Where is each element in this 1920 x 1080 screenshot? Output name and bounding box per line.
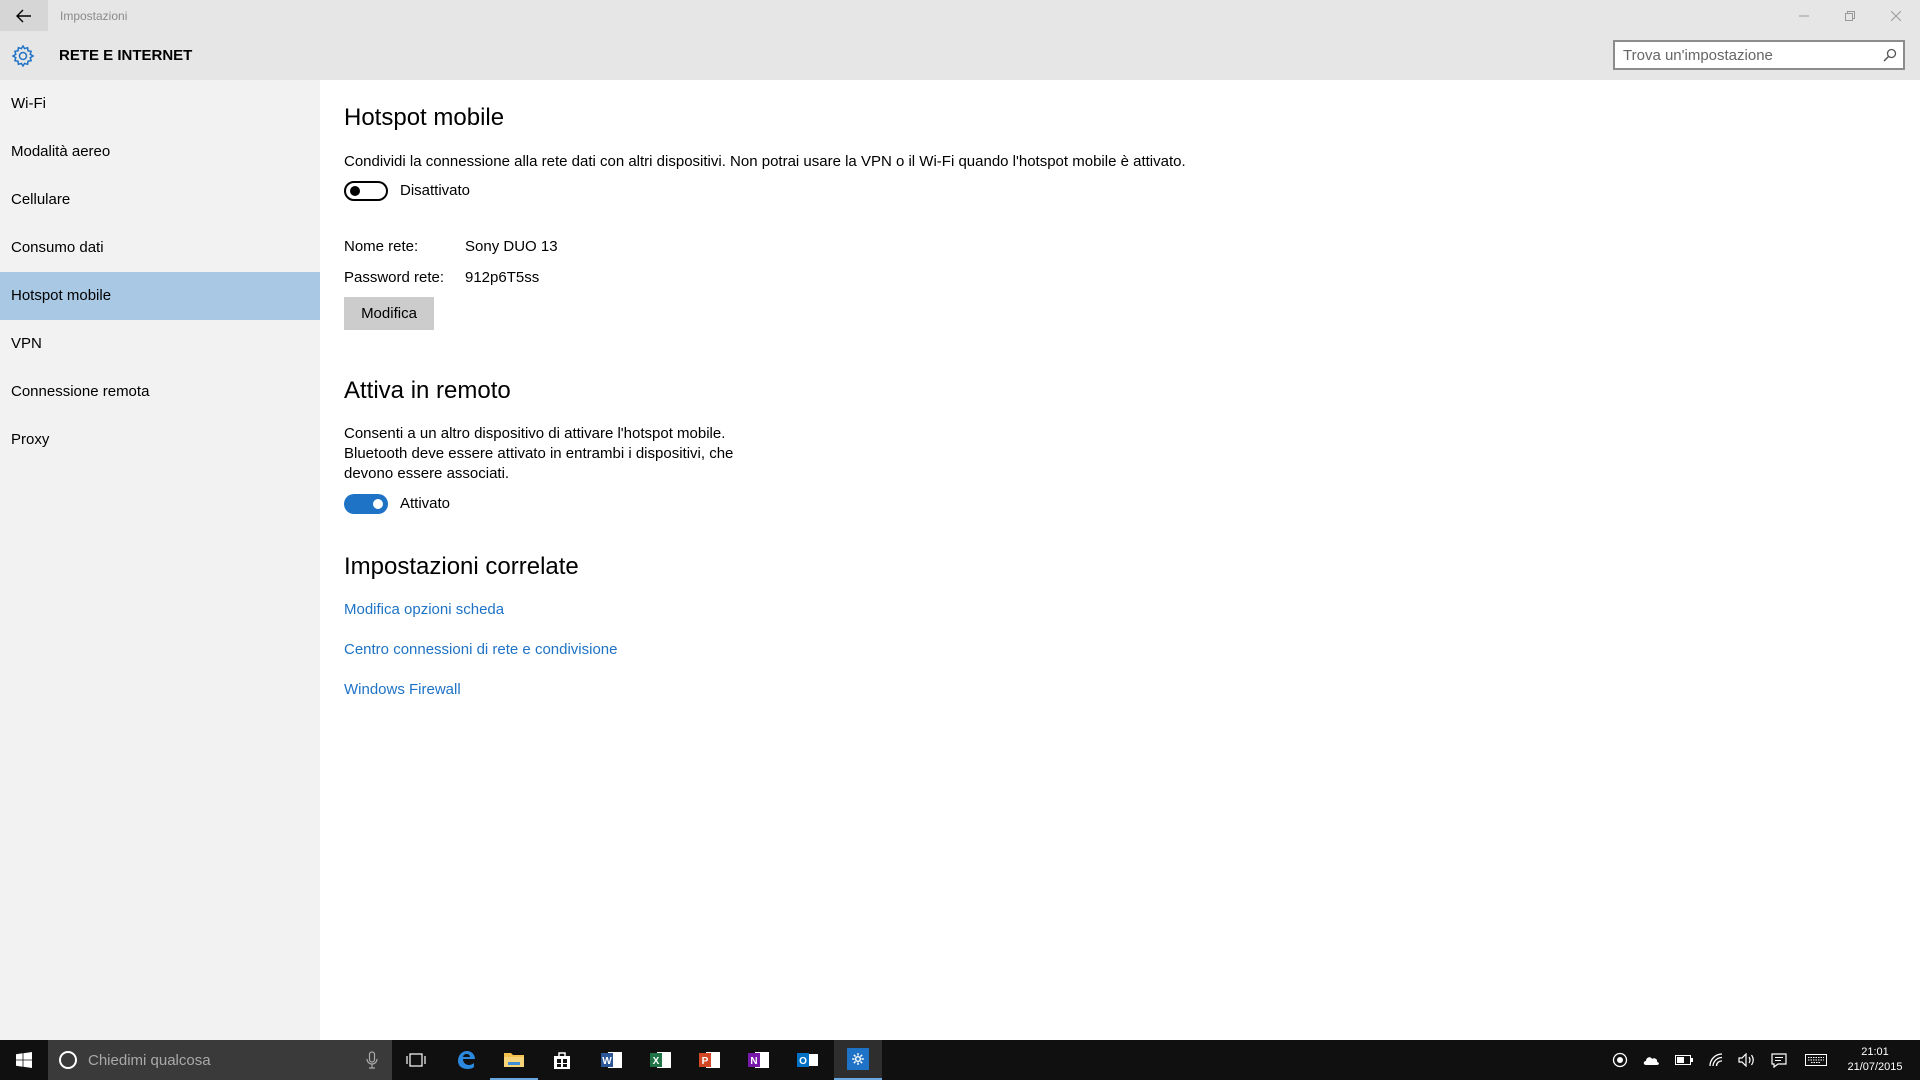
svg-text:W: W: [602, 1056, 612, 1067]
keyboard-icon: [1805, 1054, 1827, 1066]
taskbar-app-store[interactable]: [538, 1040, 586, 1080]
remote-description-line-3: devono essere associati.: [344, 465, 510, 482]
back-button[interactable]: [0, 0, 48, 31]
outlook-icon: O: [797, 1053, 818, 1067]
close-icon: [1891, 10, 1901, 21]
sidebar-item-airplane-mode[interactable]: Modalità aereo: [0, 128, 320, 176]
powerpoint-icon: P: [699, 1052, 720, 1068]
edge-icon: [458, 1051, 475, 1069]
taskbar-app-settings[interactable]: [834, 1040, 882, 1080]
taskbar: Chiedimi qualcosa W X P N O 21:01 21/07/…: [0, 1040, 1920, 1080]
remote-description-line-1: Consenti a un altro dispositivo di attiv…: [344, 425, 726, 442]
taskbar-app-powerpoint[interactable]: P: [686, 1040, 734, 1080]
hotspot-description: Condividi la connessione alla rete dati …: [344, 153, 1186, 170]
related-settings-title: Impostazioni correlate: [344, 553, 579, 580]
svg-text:N: N: [750, 1056, 757, 1067]
settings-app-tile: [847, 1048, 869, 1070]
taskbar-app-word[interactable]: W: [588, 1040, 636, 1080]
gear-icon: [11, 44, 35, 68]
clock-date: 21/07/2015: [1847, 1061, 1903, 1073]
remote-toggle-label: Attivato: [400, 495, 451, 512]
hotspot-toggle[interactable]: [344, 181, 388, 201]
settings-search-input[interactable]: [1623, 46, 1868, 64]
search-icon[interactable]: [1883, 48, 1897, 62]
link-adapter-options[interactable]: Modifica opzioni scheda: [344, 601, 504, 618]
toggle-knob: [350, 186, 360, 196]
taskbar-app-outlook[interactable]: O: [784, 1040, 832, 1080]
sidebar-item-data-usage[interactable]: Consumo dati: [0, 224, 320, 272]
sidebar-nav: Wi-Fi Modalità aereo Cellulare Consumo d…: [0, 80, 320, 1040]
sidebar-item-wifi[interactable]: Wi-Fi: [0, 80, 320, 128]
taskbar-app-onenote[interactable]: N: [735, 1040, 783, 1080]
cloud-icon: [1643, 1057, 1659, 1065]
link-network-sharing-center[interactable]: Centro connessioni di rete e condivision…: [344, 641, 618, 658]
network-password-value: 912p6T5ss: [465, 269, 540, 286]
remote-description-line-2: Bluetooth deve essere attivato in entram…: [344, 445, 734, 462]
page-title: RETE E INTERNET: [59, 47, 193, 64]
settings-search-box[interactable]: [1613, 40, 1905, 70]
taskbar-clock[interactable]: 21:01 21/07/2015: [1835, 1045, 1915, 1075]
restore-icon: [1845, 10, 1855, 21]
hotspot-toggle-label: Disattivato: [400, 182, 471, 199]
wifi-icon: [1709, 1053, 1723, 1067]
sidebar-item-cellular[interactable]: Cellulare: [0, 176, 320, 224]
toggle-knob: [373, 499, 383, 509]
sidebar-item-remote-connection[interactable]: Connessione remota: [0, 368, 320, 416]
record-icon: [1612, 1052, 1628, 1068]
hotspot-section-title: Hotspot mobile: [344, 104, 505, 131]
tray-network-icon[interactable]: [1706, 1050, 1726, 1070]
speaker-icon: [1738, 1053, 1754, 1067]
tray-volume-icon[interactable]: [1737, 1050, 1757, 1070]
folder-icon: [504, 1053, 524, 1067]
taskbar-search-placeholder: Chiedimi qualcosa: [88, 1052, 211, 1069]
minimize-button[interactable]: [1781, 0, 1827, 31]
excel-icon: X: [650, 1052, 671, 1068]
task-view-icon: [406, 1053, 426, 1067]
onenote-icon: N: [748, 1052, 769, 1068]
tray-keyboard-icon[interactable]: [1804, 1050, 1828, 1070]
svg-text:X: X: [653, 1056, 660, 1067]
remote-toggle[interactable]: [344, 494, 388, 514]
network-name-value: Sony DUO 13: [465, 238, 558, 255]
svg-text:O: O: [799, 1056, 807, 1067]
taskbar-search-box[interactable]: Chiedimi qualcosa: [48, 1040, 392, 1080]
minimize-icon: [1799, 15, 1809, 16]
tray-onedrive-icon[interactable]: [1641, 1050, 1661, 1070]
word-icon: W: [601, 1052, 622, 1068]
taskbar-app-excel[interactable]: X: [637, 1040, 685, 1080]
tray-battery-icon[interactable]: [1674, 1050, 1694, 1070]
start-button[interactable]: [0, 1040, 48, 1080]
close-button[interactable]: [1873, 0, 1919, 31]
store-icon: [554, 1052, 570, 1069]
cortana-icon: [59, 1051, 77, 1069]
notification-icon: [1771, 1053, 1787, 1068]
settings-header: RETE E INTERNET: [0, 31, 1920, 80]
tray-action-center-icon[interactable]: [1769, 1050, 1789, 1070]
gear-icon: [852, 1053, 864, 1065]
window-title: Impostazioni: [60, 9, 128, 23]
svg-text:P: P: [702, 1056, 709, 1067]
edit-hotspot-button[interactable]: Modifica: [344, 297, 434, 330]
battery-icon: [1675, 1055, 1693, 1065]
restore-button[interactable]: [1827, 0, 1873, 31]
sidebar-item-vpn[interactable]: VPN: [0, 320, 320, 368]
windows-logo-icon: [16, 1052, 32, 1068]
remote-section-title: Attiva in remoto: [344, 377, 511, 404]
task-view-button[interactable]: [392, 1040, 440, 1080]
microphone-icon[interactable]: [366, 1051, 378, 1069]
network-password-label: Password rete:: [344, 269, 445, 286]
sidebar-item-proxy[interactable]: Proxy: [0, 416, 320, 464]
taskbar-app-file-explorer[interactable]: [490, 1040, 538, 1080]
clock-time: 21:01: [1861, 1046, 1889, 1058]
title-bar: Impostazioni: [0, 0, 1920, 31]
tray-record-icon[interactable]: [1610, 1050, 1630, 1070]
back-arrow-icon: [16, 9, 31, 22]
sidebar-item-mobile-hotspot[interactable]: Hotspot mobile: [0, 272, 320, 320]
taskbar-app-edge[interactable]: [442, 1040, 490, 1080]
network-name-label: Nome rete:: [344, 238, 419, 255]
link-windows-firewall[interactable]: Windows Firewall: [344, 681, 461, 698]
